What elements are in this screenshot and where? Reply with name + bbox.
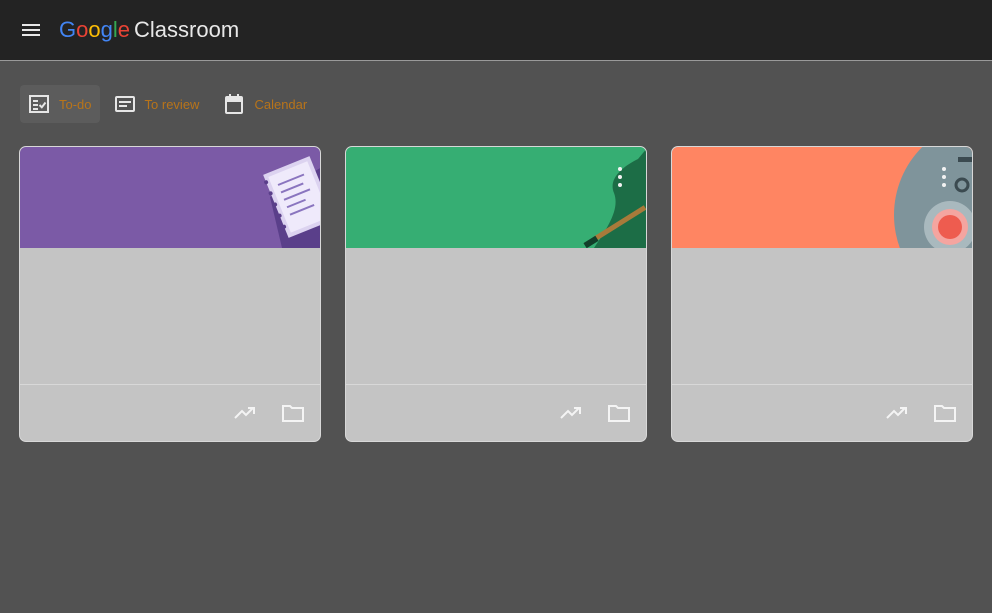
class-banner[interactable] bbox=[672, 147, 972, 248]
google-letter: g bbox=[100, 17, 113, 42]
folder-icon bbox=[282, 405, 304, 422]
banner-illustration bbox=[672, 147, 972, 248]
trending-up-icon bbox=[560, 407, 581, 419]
app-logo[interactable]: Google Classroom bbox=[59, 16, 239, 44]
to-review-label: To review bbox=[144, 96, 200, 112]
calendar-label: Calendar bbox=[254, 96, 308, 112]
class-banner[interactable] bbox=[20, 147, 320, 248]
class-banner[interactable] bbox=[346, 147, 646, 248]
google-letter: o bbox=[88, 17, 101, 42]
folder-icon bbox=[608, 405, 630, 422]
calendar-button[interactable]: Calendar bbox=[215, 85, 315, 123]
main-menu-button[interactable] bbox=[13, 14, 49, 46]
to-review-button[interactable]: To review bbox=[106, 85, 208, 123]
open-drive-folder-button[interactable] bbox=[281, 401, 305, 425]
card-options-button[interactable] bbox=[612, 167, 628, 187]
open-drive-folder-button[interactable] bbox=[607, 401, 631, 425]
open-drive-folder-button[interactable] bbox=[933, 401, 957, 425]
open-gradebook-button[interactable] bbox=[559, 401, 583, 425]
banner-illustration bbox=[346, 147, 646, 248]
top-app-bar: Google Classroom bbox=[0, 0, 992, 61]
open-gradebook-button[interactable] bbox=[233, 401, 257, 425]
google-letter: o bbox=[76, 17, 89, 42]
card-divider bbox=[346, 384, 646, 385]
google-wordmark: Google bbox=[59, 16, 130, 44]
todo-checklist-icon bbox=[28, 93, 50, 115]
hamburger-menu-icon bbox=[22, 24, 40, 36]
calendar-icon bbox=[223, 93, 245, 115]
card-options-button[interactable] bbox=[936, 167, 952, 187]
google-letter: G bbox=[59, 17, 77, 42]
folder-icon bbox=[934, 405, 956, 422]
open-gradebook-button[interactable] bbox=[885, 401, 909, 425]
card-divider bbox=[672, 384, 972, 385]
trending-up-icon bbox=[886, 407, 907, 419]
todo-button[interactable]: To-do bbox=[20, 85, 100, 123]
banner-illustration bbox=[20, 147, 320, 248]
card-divider bbox=[20, 384, 320, 385]
quick-links: To-do To review Calendar bbox=[20, 85, 317, 123]
trending-up-icon bbox=[234, 407, 255, 419]
product-name: Classroom bbox=[134, 17, 240, 42]
assignment-list-icon bbox=[114, 93, 136, 115]
class-card[interactable] bbox=[345, 146, 647, 442]
class-card[interactable] bbox=[19, 146, 321, 442]
todo-label: To-do bbox=[59, 96, 92, 112]
class-card[interactable] bbox=[671, 146, 973, 442]
google-letter: e bbox=[117, 17, 131, 42]
